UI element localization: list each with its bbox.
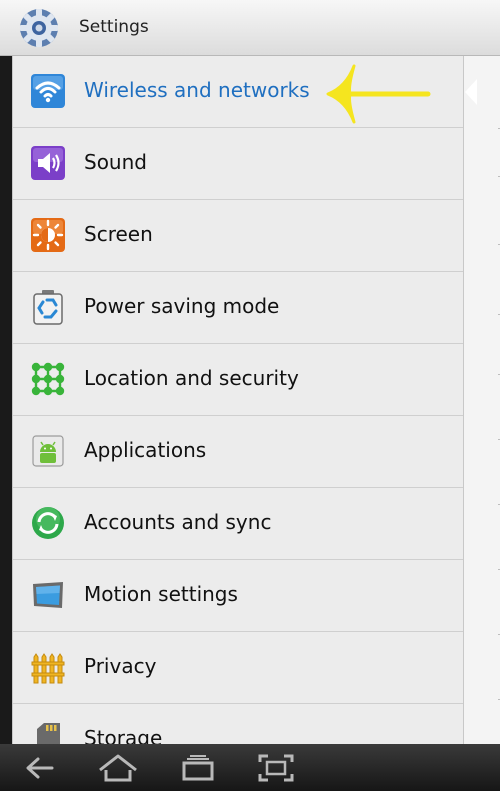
sd-card-icon [37, 723, 60, 744]
settings-item-storage[interactable]: Storage [13, 704, 463, 744]
fence-icon [31, 653, 65, 684]
settings-item-motion-settings[interactable]: Motion settings [13, 560, 463, 632]
settings-item-label: Sound [84, 150, 147, 174]
title-bar: Settings [0, 0, 500, 56]
wifi-icon [31, 74, 65, 108]
home-icon[interactable] [96, 750, 140, 786]
screenshot-icon[interactable] [254, 750, 298, 786]
brightness-icon [31, 218, 65, 252]
settings-item-screen[interactable]: Screen [13, 200, 463, 272]
detail-pane [464, 56, 500, 744]
recent-apps-icon[interactable] [176, 750, 220, 786]
speaker-icon [31, 146, 65, 180]
settings-item-label: Screen [84, 222, 153, 246]
settings-item-label: Wireless and networks [84, 78, 310, 102]
settings-item-applications[interactable]: Applications [13, 416, 463, 488]
selection-pointer [465, 79, 477, 105]
settings-item-power-saving-mode[interactable]: Power saving mode [13, 272, 463, 344]
settings-list: Wireless and networks Sound Screen Power… [12, 56, 464, 744]
settings-item-label: Power saving mode [84, 294, 280, 318]
settings-item-label: Applications [84, 438, 207, 462]
settings-item-privacy[interactable]: Privacy [13, 632, 463, 704]
settings-item-label: Privacy [84, 654, 157, 678]
settings-item-label: Accounts and sync [84, 510, 272, 534]
callout-arrow [326, 64, 431, 124]
settings-item-sound[interactable]: Sound [13, 128, 463, 200]
settings-item-label: Location and security [84, 366, 299, 390]
settings-item-location-and-security[interactable]: Location and security [13, 344, 463, 416]
location-grid-icon [31, 362, 65, 396]
tablet-motion-icon [33, 582, 63, 608]
recycle-battery-icon [33, 290, 63, 325]
sync-icon [32, 507, 64, 539]
back-icon[interactable] [18, 750, 62, 786]
settings-gear-icon[interactable] [18, 7, 60, 49]
settings-item-label: Motion settings [84, 582, 238, 606]
settings-item-accounts-and-sync[interactable]: Accounts and sync [13, 488, 463, 560]
navigation-bar [0, 744, 500, 791]
page-title: Settings [79, 17, 149, 37]
settings-item-label: Storage [84, 726, 163, 744]
android-icon [32, 435, 64, 467]
